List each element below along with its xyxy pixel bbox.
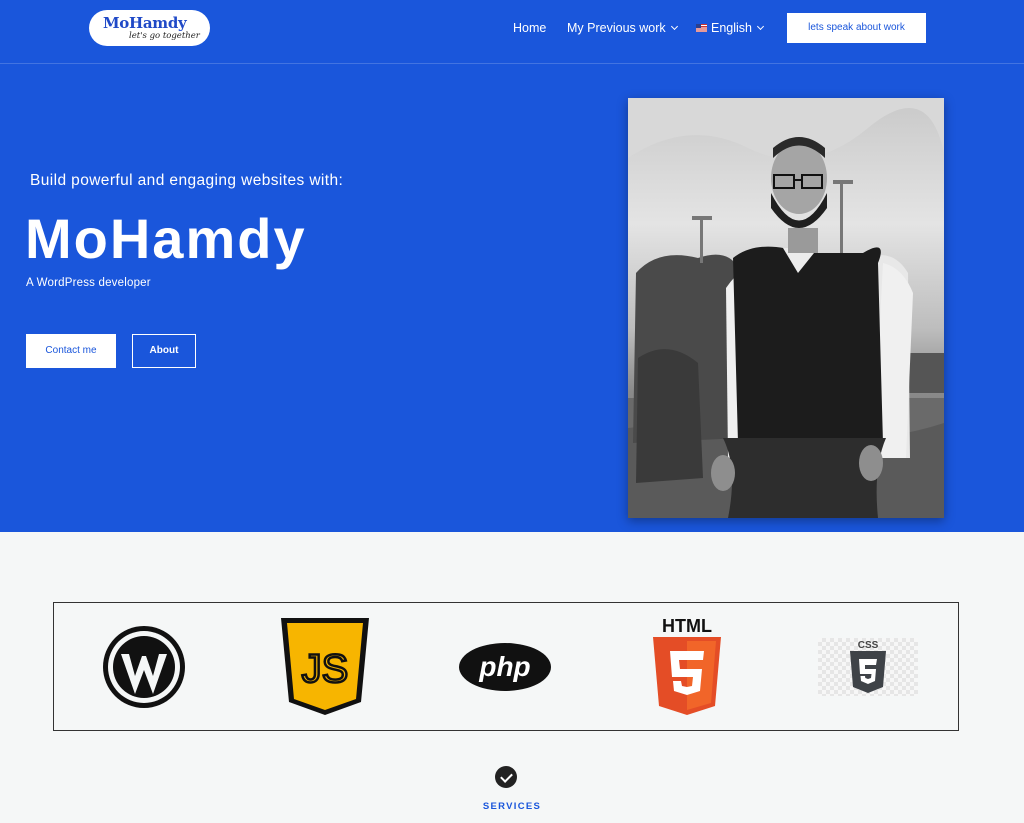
check-circle-icon [495,766,517,788]
chevron-down-icon [756,22,765,31]
wordpress-logo-icon [103,626,185,708]
hero-subtitle: Build powerful and engaging websites wit… [30,172,344,189]
top-navigation-bar: MoHamdy let's go together Home My Previo… [0,0,1024,64]
css3-logo-backdrop: CSS [818,638,918,696]
logo-name: MoHamdy [103,14,187,32]
html-logo-text: HTML [662,616,712,636]
javascript-logo-icon: JS [281,618,369,715]
css3-logo-icon: CSS [850,640,886,693]
php-logo-text: php [478,651,530,682]
nav-item-previous-work-label: My Previous work [567,21,666,35]
nav-item-home[interactable]: Home [513,20,546,36]
hero-title: MoHamdy [25,207,307,270]
chevron-down-icon [670,22,678,31]
site-logo[interactable]: MoHamdy let's go together [89,10,210,46]
language-label: English [711,21,752,35]
logo-tagline: let's go together [129,31,200,41]
hero-section: MoHamdy let's go together Home My Previo… [0,0,1024,532]
hero-role: A WordPress developer [26,277,151,289]
css-logo-text: CSS [858,640,879,651]
language-switcher[interactable]: English [696,20,765,36]
profile-photo [628,98,944,518]
about-button[interactable]: About [132,334,196,368]
profile-photo-illustration [628,98,944,518]
php-logo-icon: php [459,643,551,691]
technology-logos-strip: JS php HTML CSS [53,602,959,731]
nav-item-previous-work[interactable]: My Previous work [567,20,678,36]
speak-about-work-button[interactable]: lets speak about work [787,13,926,43]
services-heading: SERVICES [482,801,542,812]
us-flag-icon [696,24,707,32]
html5-logo-icon: HTML [653,616,721,715]
contact-me-button[interactable]: Contact me [26,334,116,368]
js-logo-text: JS [302,647,349,691]
